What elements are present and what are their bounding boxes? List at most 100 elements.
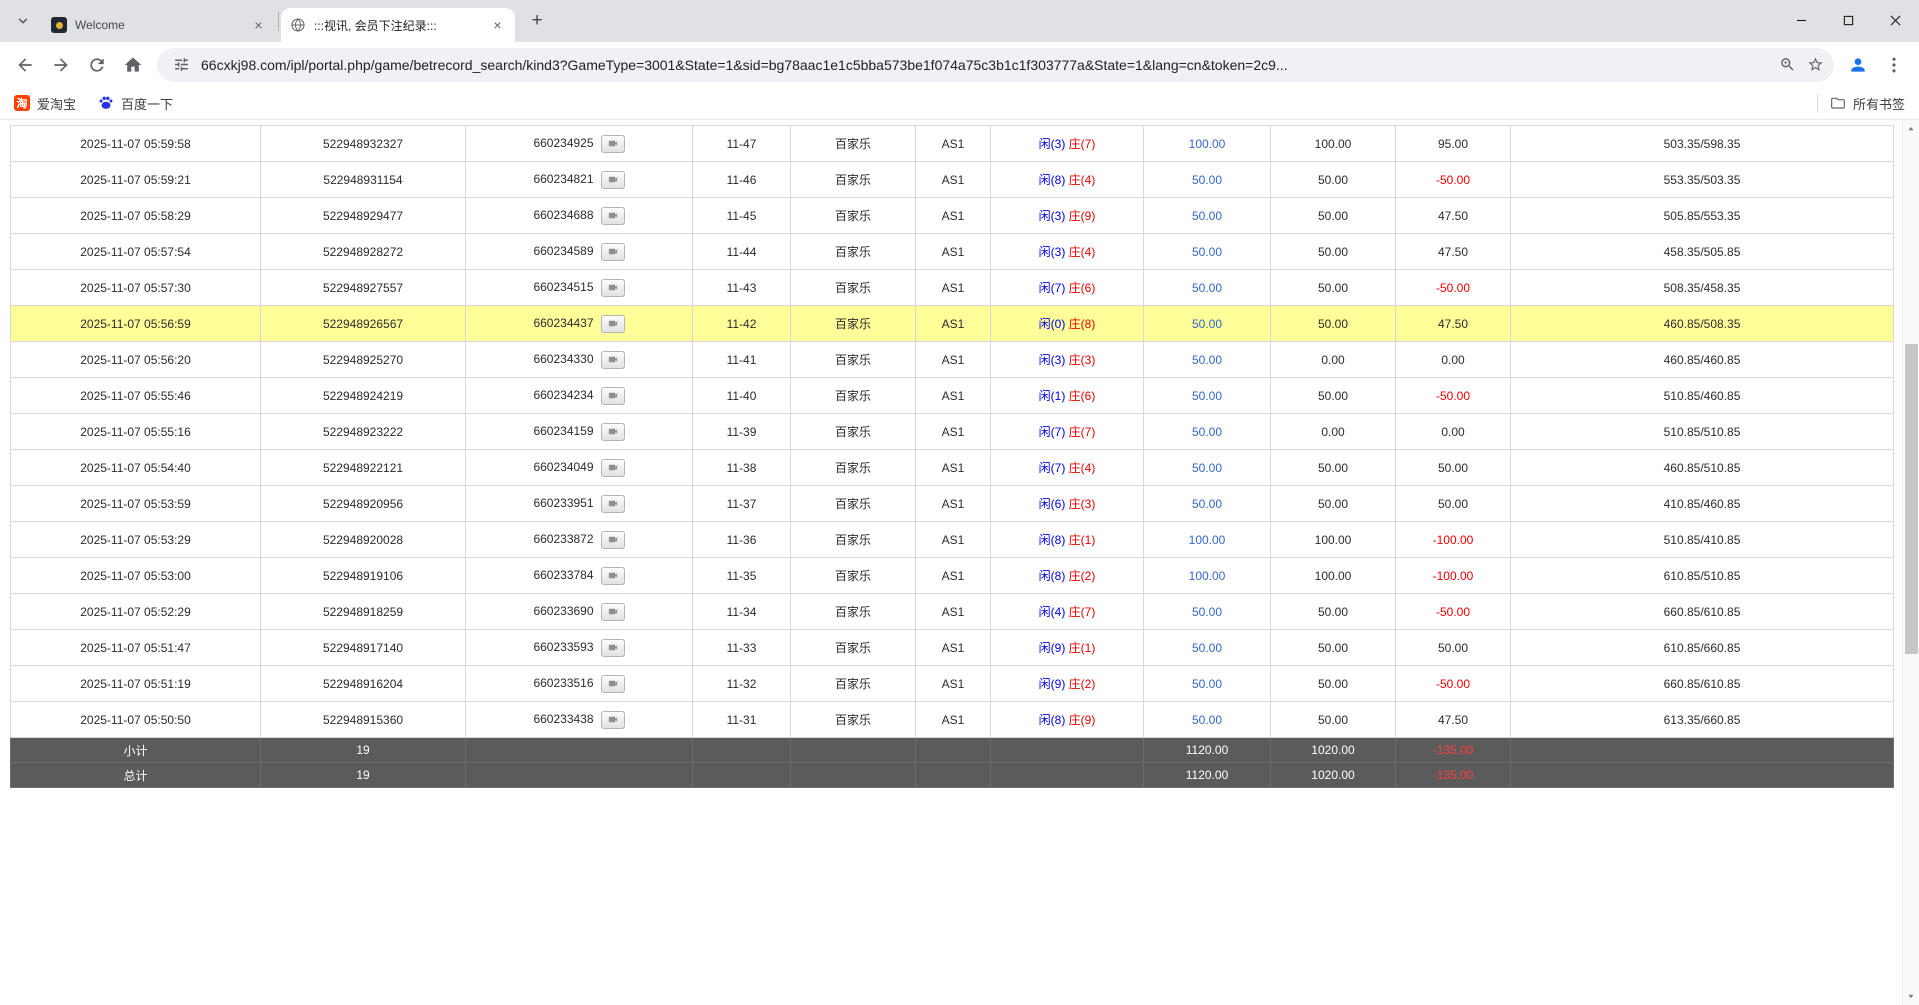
video-playback-icon[interactable] bbox=[601, 675, 625, 693]
site-info-icon[interactable] bbox=[167, 51, 195, 79]
banker-result: 庄(8) bbox=[1069, 317, 1096, 331]
cell-game-type: 百家乐 bbox=[791, 666, 916, 702]
scroll-down-icon[interactable] bbox=[1903, 988, 1919, 1004]
tab-betrecord[interactable]: :::视讯, 会员下注纪录::: × bbox=[281, 8, 515, 42]
game-number-text: 660234049 bbox=[533, 460, 593, 474]
cell-game-number: 660234515 bbox=[466, 270, 693, 306]
cell-game-type: 百家乐 bbox=[791, 126, 916, 162]
cell-order-number: 522948917140 bbox=[261, 630, 466, 666]
video-playback-icon[interactable] bbox=[601, 207, 625, 225]
table-row[interactable]: 2025-11-07 05:50:50 522948915360 6602334… bbox=[11, 702, 1894, 738]
cell-bet-amount: 50.00 bbox=[1144, 378, 1271, 414]
vertical-scrollbar[interactable] bbox=[1902, 120, 1919, 1005]
table-row[interactable]: 2025-11-07 05:53:00 522948919106 6602337… bbox=[11, 558, 1894, 594]
video-playback-icon[interactable] bbox=[601, 495, 625, 513]
url-bar[interactable]: 66cxkj98.com/ipl/portal.php/game/betreco… bbox=[157, 48, 1834, 82]
close-button[interactable] bbox=[1872, 0, 1919, 40]
cell-game-type: 百家乐 bbox=[791, 198, 916, 234]
home-icon[interactable] bbox=[115, 47, 151, 83]
cell-game-number: 660234688 bbox=[466, 198, 693, 234]
video-playback-icon[interactable] bbox=[601, 639, 625, 657]
banker-result: 庄(9) bbox=[1069, 713, 1096, 727]
video-playback-icon[interactable] bbox=[601, 243, 625, 261]
cell-bet-amount: 50.00 bbox=[1144, 270, 1271, 306]
table-row[interactable]: 2025-11-07 05:59:58 522948932327 6602349… bbox=[11, 126, 1894, 162]
cell-balance: 505.85/553.35 bbox=[1511, 198, 1894, 234]
cell-result: 闲(3) 庄(7) bbox=[991, 126, 1144, 162]
table-row[interactable]: 2025-11-07 05:55:46 522948924219 6602342… bbox=[11, 378, 1894, 414]
table-row[interactable]: 2025-11-07 05:52:29 522948918259 6602336… bbox=[11, 594, 1894, 630]
video-playback-icon[interactable] bbox=[601, 423, 625, 441]
video-playback-icon[interactable] bbox=[601, 603, 625, 621]
cell-bet-amount: 100.00 bbox=[1144, 522, 1271, 558]
summary-cell-empty bbox=[991, 763, 1144, 788]
cell-balance: 510.85/410.85 bbox=[1511, 522, 1894, 558]
cell-win-loss: -50.00 bbox=[1396, 666, 1511, 702]
video-playback-icon[interactable] bbox=[601, 567, 625, 585]
cell-order-number: 522948915360 bbox=[261, 702, 466, 738]
bookmark-aitaobao[interactable]: 淘 爱淘宝 bbox=[14, 94, 76, 113]
cell-game-number: 660234234 bbox=[466, 378, 693, 414]
video-playback-icon[interactable] bbox=[601, 459, 625, 477]
cell-valid-amount: 50.00 bbox=[1271, 306, 1396, 342]
table-row[interactable]: 2025-11-07 05:53:29 522948920028 6602338… bbox=[11, 522, 1894, 558]
video-playback-icon[interactable] bbox=[601, 351, 625, 369]
cell-table-name: AS1 bbox=[916, 522, 991, 558]
minimize-button[interactable] bbox=[1778, 0, 1825, 40]
reload-icon[interactable] bbox=[79, 47, 115, 83]
video-playback-icon[interactable] bbox=[601, 711, 625, 729]
table-row[interactable]: 2025-11-07 05:58:29 522948929477 6602346… bbox=[11, 198, 1894, 234]
cell-win-loss: 95.00 bbox=[1396, 126, 1511, 162]
cell-bet-amount: 50.00 bbox=[1144, 486, 1271, 522]
scrollbar-thumb[interactable] bbox=[1905, 344, 1918, 654]
table-row[interactable]: 2025-11-07 05:54:40 522948922121 6602340… bbox=[11, 450, 1894, 486]
video-playback-icon[interactable] bbox=[601, 135, 625, 153]
bookmark-star-icon[interactable] bbox=[1801, 51, 1829, 79]
cell-game-type: 百家乐 bbox=[791, 630, 916, 666]
baidu-paw-favicon-icon bbox=[98, 95, 114, 111]
cell-round: 11-47 bbox=[693, 126, 791, 162]
cell-valid-amount: 50.00 bbox=[1271, 162, 1396, 198]
table-row[interactable]: 2025-11-07 05:57:54 522948928272 6602345… bbox=[11, 234, 1894, 270]
cell-bet-amount: 50.00 bbox=[1144, 162, 1271, 198]
video-playback-icon[interactable] bbox=[601, 315, 625, 333]
forward-icon[interactable] bbox=[43, 47, 79, 83]
game-number-text: 660234159 bbox=[533, 424, 593, 438]
bookmark-baidu[interactable]: 百度一下 bbox=[98, 94, 173, 113]
cell-table-name: AS1 bbox=[916, 342, 991, 378]
video-playback-icon[interactable] bbox=[601, 531, 625, 549]
cell-round: 11-42 bbox=[693, 306, 791, 342]
zoom-icon[interactable] bbox=[1773, 51, 1801, 79]
profile-avatar-icon[interactable] bbox=[1840, 47, 1876, 83]
table-row[interactable]: 2025-11-07 05:55:16 522948923222 6602341… bbox=[11, 414, 1894, 450]
table-row[interactable]: 2025-11-07 05:56:59 522948926567 6602344… bbox=[11, 306, 1894, 342]
chevron-down-icon[interactable] bbox=[10, 8, 36, 34]
tab-close-icon[interactable]: × bbox=[489, 17, 506, 34]
summary-label: 总计 bbox=[11, 763, 261, 788]
table-row[interactable]: 2025-11-07 05:51:47 522948917140 6602335… bbox=[11, 630, 1894, 666]
cell-round: 11-31 bbox=[693, 702, 791, 738]
table-row[interactable]: 2025-11-07 05:57:30 522948927557 6602345… bbox=[11, 270, 1894, 306]
table-row[interactable]: 2025-11-07 05:51:19 522948916204 6602335… bbox=[11, 666, 1894, 702]
video-playback-icon[interactable] bbox=[601, 279, 625, 297]
back-icon[interactable] bbox=[7, 47, 43, 83]
maximize-button[interactable] bbox=[1825, 0, 1872, 40]
video-playback-icon[interactable] bbox=[601, 171, 625, 189]
cell-table-name: AS1 bbox=[916, 486, 991, 522]
cell-round: 11-46 bbox=[693, 162, 791, 198]
cell-game-type: 百家乐 bbox=[791, 414, 916, 450]
tab-welcome[interactable]: Welcome × bbox=[42, 8, 276, 42]
table-row[interactable]: 2025-11-07 05:53:59 522948920956 6602339… bbox=[11, 486, 1894, 522]
menu-dots-icon[interactable] bbox=[1876, 47, 1912, 83]
cell-result: 闲(0) 庄(8) bbox=[991, 306, 1144, 342]
table-row[interactable]: 2025-11-07 05:56:20 522948925270 6602343… bbox=[11, 342, 1894, 378]
banker-result: 庄(7) bbox=[1069, 425, 1096, 439]
scroll-up-icon[interactable] bbox=[1903, 121, 1919, 137]
table-row[interactable]: 2025-11-07 05:59:21 522948931154 6602348… bbox=[11, 162, 1894, 198]
cell-bet-amount: 50.00 bbox=[1144, 414, 1271, 450]
cell-round: 11-45 bbox=[693, 198, 791, 234]
new-tab-button[interactable]: + bbox=[523, 7, 551, 35]
all-bookmarks-button[interactable]: 所有书签 bbox=[1830, 94, 1905, 113]
tab-close-icon[interactable]: × bbox=[250, 17, 267, 34]
video-playback-icon[interactable] bbox=[601, 387, 625, 405]
